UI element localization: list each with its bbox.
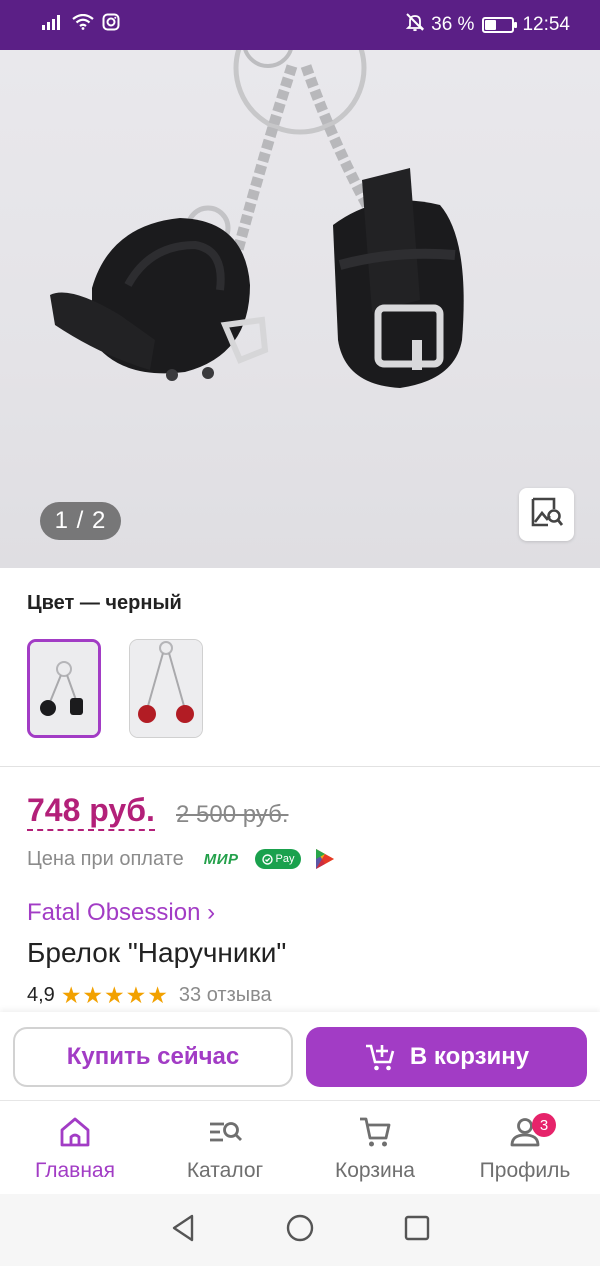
tab-home-label: Главная: [35, 1159, 115, 1182]
tab-catalog[interactable]: Каталог: [150, 1101, 300, 1194]
buy-now-button[interactable]: Купить сейчас: [13, 1027, 293, 1087]
recents-icon[interactable]: [403, 1214, 431, 1247]
image-search-icon: [530, 495, 564, 534]
tab-profile-label: Профиль: [479, 1159, 571, 1182]
home-circle-icon[interactable]: [285, 1213, 315, 1248]
back-icon[interactable]: [169, 1213, 197, 1248]
color-swatch-black[interactable]: [27, 639, 101, 738]
add-to-cart-button[interactable]: В корзину: [306, 1027, 587, 1087]
tab-catalog-label: Каталог: [186, 1159, 264, 1182]
tab-home[interactable]: Главная: [0, 1101, 150, 1194]
add-to-cart-label: В корзину: [409, 1043, 530, 1070]
google-pay-label: Pay: [275, 853, 295, 865]
tab-cart[interactable]: Корзина: [300, 1101, 450, 1194]
status-bar: 36 % 12:54: [0, 0, 600, 50]
product-title: Брелок "Наручники": [27, 937, 287, 968]
product-image[interactable]: 1 / 2: [0, 50, 600, 568]
color-swatch-red[interactable]: [129, 639, 203, 738]
google-pay-icon: Pay: [254, 849, 302, 869]
sbp-icon: [313, 847, 337, 871]
action-bar: Купить сейчас В корзину: [0, 1012, 600, 1100]
color-label: Цвет — черный: [27, 592, 182, 614]
image-search-button[interactable]: [519, 488, 574, 541]
divider: [0, 766, 600, 767]
instagram-icon: [102, 13, 120, 37]
bell-off-icon: [405, 12, 425, 38]
rating-row[interactable]: 4,9 ★★★★★ 33 отзыва: [27, 982, 272, 1008]
signal-icon: [42, 14, 64, 36]
cart-plus-icon: [364, 1042, 396, 1072]
payment-row: Цена при оплате МИР Pay: [27, 846, 337, 872]
image-counter: 1 / 2: [40, 502, 121, 540]
system-nav-bar: [0, 1194, 600, 1266]
rating-stars: ★★★★★: [60, 981, 169, 1008]
clock: 12:54: [522, 14, 570, 35]
brand-link[interactable]: Fatal Obsession ›: [27, 899, 215, 927]
old-price: 2 500 руб.: [176, 801, 289, 828]
bottom-tab-bar: Главная Каталог Корзина 3 Профиль: [0, 1100, 600, 1194]
rating-value: 4,9: [27, 983, 55, 1006]
wifi-icon: [72, 13, 94, 36]
payment-note: Цена при оплате: [27, 847, 184, 870]
reviews-link[interactable]: 33 отзыва: [179, 984, 272, 1007]
mir-logo: МИР: [203, 850, 239, 868]
battery-percent: 36 %: [431, 14, 475, 35]
home-icon: [58, 1113, 92, 1151]
tab-cart-label: Корзина: [335, 1159, 415, 1182]
price[interactable]: 748 руб.: [27, 792, 155, 831]
battery-icon: [482, 17, 518, 33]
cart-icon: [358, 1113, 392, 1151]
profile-badge: 3: [532, 1113, 556, 1137]
catalog-search-icon: [207, 1113, 243, 1151]
tab-profile[interactable]: 3 Профиль: [450, 1101, 600, 1194]
